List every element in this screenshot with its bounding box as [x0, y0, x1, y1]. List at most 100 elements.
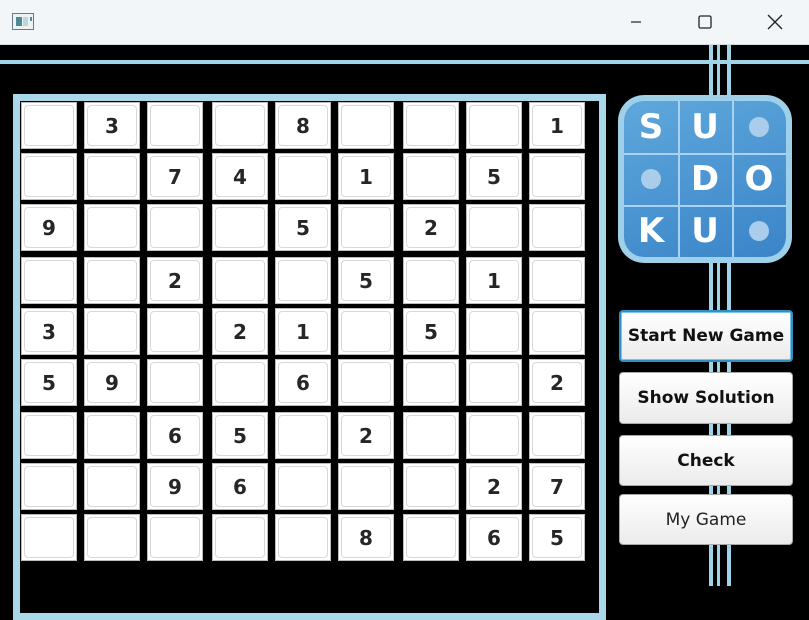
- sudoku-cell-r1-c1[interactable]: [21, 102, 77, 149]
- sudoku-cell-r9-c6[interactable]: 8: [338, 514, 394, 561]
- sudoku-cell-r3-c3[interactable]: [147, 204, 203, 251]
- sudoku-cell-r8-c3[interactable]: 9: [147, 463, 203, 510]
- check-button[interactable]: Check: [619, 435, 793, 486]
- sudoku-cell-r9-c2[interactable]: [84, 514, 140, 561]
- sudoku-cell-r1-c6[interactable]: [338, 102, 394, 149]
- app-window-icon: [12, 13, 34, 30]
- sudoku-logo-tiles: SUDOKU: [624, 101, 786, 257]
- sudoku-cell-r4-c8[interactable]: 1: [466, 257, 522, 304]
- sudoku-cell-r8-c1[interactable]: [21, 463, 77, 510]
- sudoku-cell-r6-c3[interactable]: [147, 359, 203, 406]
- sudoku-cell-r4-c6[interactable]: 5: [338, 257, 394, 304]
- sudoku-cell-r1-c9[interactable]: 1: [529, 102, 585, 149]
- sudoku-cell-r5-c6[interactable]: [338, 308, 394, 355]
- sudoku-cell-r3-c7[interactable]: 2: [403, 204, 459, 251]
- sudoku-cell-r2-c6[interactable]: 1: [338, 153, 394, 200]
- sudoku-cell-r5-c3[interactable]: [147, 308, 203, 355]
- sudoku-cell-r7-c2[interactable]: [84, 412, 140, 459]
- sudoku-cell-r6-c7[interactable]: [403, 359, 459, 406]
- sudoku-cell-r7-c3[interactable]: 6: [147, 412, 203, 459]
- sudoku-cell-r5-c9[interactable]: [529, 308, 585, 355]
- sudoku-cell-value: 8: [296, 113, 310, 138]
- sudoku-cell-r4-c2[interactable]: [84, 257, 140, 304]
- sudoku-cell-r2-c7[interactable]: [403, 153, 459, 200]
- sudoku-cell-r8-c5[interactable]: [275, 463, 331, 510]
- show-solution-button[interactable]: Show Solution: [619, 372, 793, 424]
- sudoku-cell-r7-c5[interactable]: [275, 412, 331, 459]
- sudoku-cell-value: 5: [233, 423, 247, 448]
- close-button[interactable]: [752, 0, 798, 44]
- sudoku-cell-r9-c5[interactable]: [275, 514, 331, 561]
- sudoku-cell-r2-c3[interactable]: 7: [147, 153, 203, 200]
- maximize-button[interactable]: [682, 0, 728, 44]
- sudoku-cell-r8-c6[interactable]: [338, 463, 394, 510]
- sudoku-cell-r3-c2[interactable]: [84, 204, 140, 251]
- sudoku-cell-r6-c2[interactable]: 9: [84, 359, 140, 406]
- sudoku-cell-r6-c8[interactable]: [466, 359, 522, 406]
- sudoku-cell-r3-c5[interactable]: 5: [275, 204, 331, 251]
- sudoku-cell-r8-c2[interactable]: [84, 463, 140, 510]
- sudoku-cell-r4-c4[interactable]: [212, 257, 268, 304]
- sudoku-cell-r2-c2[interactable]: [84, 153, 140, 200]
- sudoku-cell-r8-c7[interactable]: [403, 463, 459, 510]
- my-game-button[interactable]: My Game: [619, 494, 793, 545]
- logo-letter: U: [691, 107, 719, 147]
- sudoku-cell-r5-c1[interactable]: 3: [21, 308, 77, 355]
- sudoku-cell-r1-c7[interactable]: [403, 102, 459, 149]
- sudoku-cell-r7-c8[interactable]: [466, 412, 522, 459]
- sudoku-cell-r3-c4[interactable]: [212, 204, 268, 251]
- sudoku-cell-r2-c5[interactable]: [275, 153, 331, 200]
- sudoku-cell-r4-c7[interactable]: [403, 257, 459, 304]
- sudoku-cell-value: 5: [359, 268, 373, 293]
- decor-line-top: [0, 60, 809, 64]
- minimize-button[interactable]: [613, 0, 659, 44]
- sudoku-cell-r9-c3[interactable]: [147, 514, 203, 561]
- sudoku-cell-r5-c7[interactable]: 5: [403, 308, 459, 355]
- sudoku-cell-r1-c2[interactable]: 3: [84, 102, 140, 149]
- sudoku-cell-r3-c8[interactable]: [466, 204, 522, 251]
- sudoku-cell-r3-c9[interactable]: [529, 204, 585, 251]
- start-new-game-button[interactable]: Start New Game: [619, 310, 793, 362]
- sudoku-cell-r6-c1[interactable]: 5: [21, 359, 77, 406]
- sudoku-cell-r8-c8[interactable]: 2: [466, 463, 522, 510]
- sudoku-cell-r2-c9[interactable]: [529, 153, 585, 200]
- sudoku-cell-r4-c9[interactable]: [529, 257, 585, 304]
- sudoku-cell-value: 6: [296, 370, 310, 395]
- sudoku-cell-r7-c9[interactable]: [529, 412, 585, 459]
- sudoku-cell-r9-c4[interactable]: [212, 514, 268, 561]
- sudoku-cell-r9-c8[interactable]: 6: [466, 514, 522, 561]
- sudoku-cell-r4-c3[interactable]: 2: [147, 257, 203, 304]
- sudoku-cell-r9-c9[interactable]: 5: [529, 514, 585, 561]
- sudoku-cell-r1-c3[interactable]: [147, 102, 203, 149]
- sudoku-cell-r2-c4[interactable]: 4: [212, 153, 268, 200]
- sudoku-cell-r2-c1[interactable]: [21, 153, 77, 200]
- sudoku-cell-value: 6: [233, 474, 247, 499]
- sudoku-cell-value: 4: [233, 164, 247, 189]
- sudoku-cell-r2-c8[interactable]: 5: [466, 153, 522, 200]
- sudoku-cell-r8-c9[interactable]: 7: [529, 463, 585, 510]
- sudoku-cell-r6-c5[interactable]: 6: [275, 359, 331, 406]
- sudoku-cell-r9-c7[interactable]: [403, 514, 459, 561]
- sudoku-cell-r6-c6[interactable]: [338, 359, 394, 406]
- sudoku-cell-r1-c5[interactable]: 8: [275, 102, 331, 149]
- sudoku-cell-value: 6: [487, 525, 501, 550]
- sudoku-cell-r6-c4[interactable]: [212, 359, 268, 406]
- sudoku-cell-r5-c2[interactable]: [84, 308, 140, 355]
- sudoku-cell-r5-c4[interactable]: 2: [212, 308, 268, 355]
- sudoku-cell-r1-c8[interactable]: [466, 102, 522, 149]
- sudoku-cell-r5-c5[interactable]: 1: [275, 308, 331, 355]
- sudoku-cell-r4-c5[interactable]: [275, 257, 331, 304]
- sudoku-cell-r4-c1[interactable]: [21, 257, 77, 304]
- sudoku-cell-r7-c6[interactable]: 2: [338, 412, 394, 459]
- sudoku-cell-r3-c6[interactable]: [338, 204, 394, 251]
- sudoku-cell-r9-c1[interactable]: [21, 514, 77, 561]
- sudoku-cell-r1-c4[interactable]: [212, 102, 268, 149]
- sudoku-cell-r8-c4[interactable]: 6: [212, 463, 268, 510]
- sudoku-cell-value: 1: [487, 268, 501, 293]
- sudoku-cell-r5-c8[interactable]: [466, 308, 522, 355]
- sudoku-cell-r7-c4[interactable]: 5: [212, 412, 268, 459]
- sudoku-cell-r6-c9[interactable]: 2: [529, 359, 585, 406]
- sudoku-cell-r7-c7[interactable]: [403, 412, 459, 459]
- sudoku-cell-r7-c1[interactable]: [21, 412, 77, 459]
- sudoku-cell-r3-c1[interactable]: 9: [21, 204, 77, 251]
